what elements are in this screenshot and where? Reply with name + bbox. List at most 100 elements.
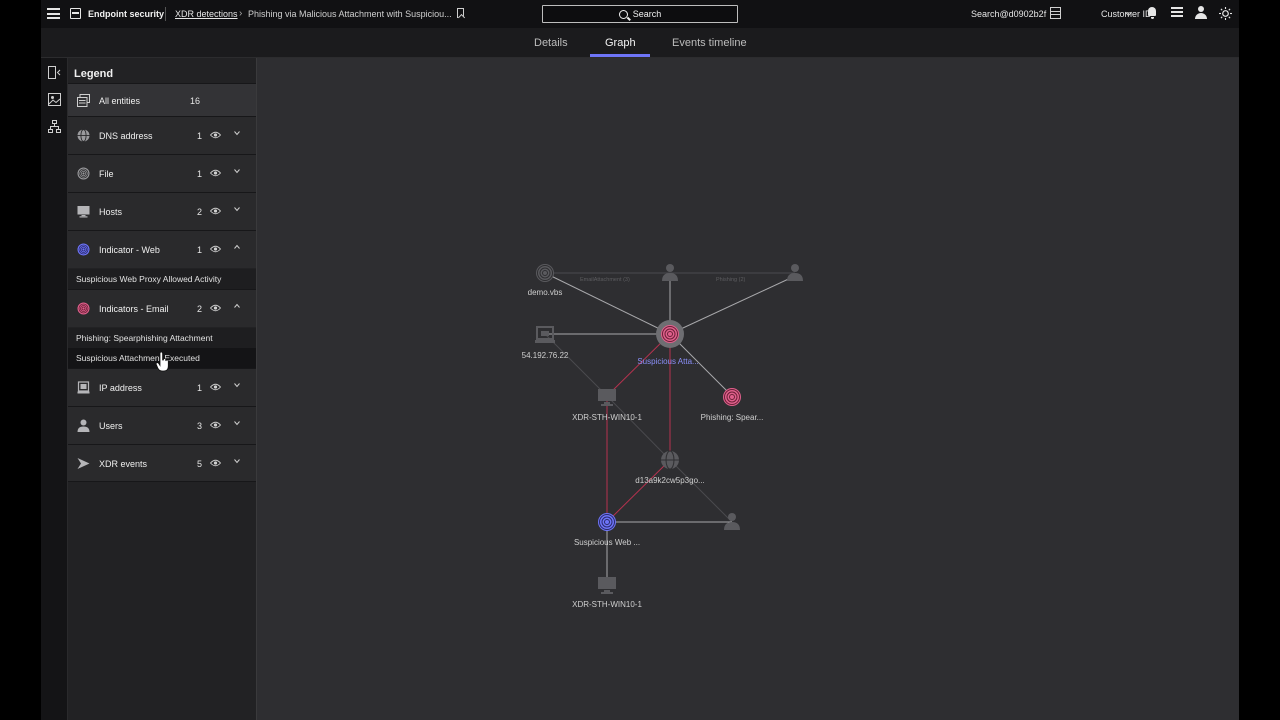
graph-node-ip[interactable]: 54.192.76.22 [522, 326, 569, 360]
active-tab-indicator [590, 54, 650, 57]
edge-label: Phishing (2) [716, 277, 746, 283]
legend-row-label: Users [99, 421, 123, 431]
eye-icon[interactable] [210, 245, 221, 253]
node-label: demo.vbs [528, 288, 563, 297]
entity-graph[interactable]: EmailAttachment (3) Phishing (2) demo.vb… [257, 58, 1239, 720]
legend-row-count: 1 [196, 383, 202, 393]
chevron-down-icon[interactable] [234, 168, 240, 174]
legend-row-file[interactable]: File 1 [68, 154, 256, 192]
app-name[interactable]: Endpoint security [88, 9, 164, 19]
legend-sub-item[interactable]: Phishing: Spearphishing Attachment [68, 328, 256, 348]
tasks-icon[interactable] [1171, 7, 1183, 18]
endpoint-security-icon [70, 8, 81, 19]
node-label: Phishing: Spear... [701, 413, 764, 422]
tab-graph[interactable]: Graph [605, 37, 636, 49]
graph-canvas[interactable]: EmailAttachment (3) Phishing (2) demo.vb… [257, 58, 1239, 720]
ip-icon [77, 381, 90, 394]
legend-row-indicator-web[interactable]: Indicator - Web 1 [68, 230, 256, 268]
search-button[interactable]: Search [542, 5, 738, 23]
legend-panel: Legend All entities 16 DNS address 1 Fil… [68, 58, 257, 720]
legend-row-count: 1 [196, 131, 202, 141]
graph-node-web-indicator[interactable]: Suspicious Web ... [574, 513, 640, 547]
eye-icon[interactable] [210, 169, 221, 177]
legend-row-label: IP address [99, 383, 142, 393]
image-panel-icon[interactable] [48, 93, 61, 106]
breadcrumb-chevron-icon: › [239, 8, 243, 19]
monitor-icon [77, 206, 90, 218]
chevron-down-icon[interactable] [234, 458, 240, 464]
legend-row-count: 1 [196, 245, 202, 255]
tab-details[interactable]: Details [534, 37, 568, 49]
top-bar: Endpoint security XDR detections › Phish… [41, 0, 1239, 28]
node-label: XDR-STH-WIN10-1 [572, 413, 642, 422]
node-label: XDR-STH-WIN10-1 [572, 600, 642, 609]
legend-row-count: 2 [196, 207, 202, 217]
graph-edge [606, 459, 671, 523]
app-window: Endpoint security XDR detections › Phish… [41, 0, 1239, 720]
eye-icon[interactable] [210, 131, 221, 139]
graph-node-email-indicator-selected[interactable]: Suspicious Atta... [637, 320, 699, 366]
bookmark-icon[interactable] [457, 8, 464, 18]
eye-icon[interactable] [210, 421, 221, 429]
breadcrumb-current: Phishing via Malicious Attachment with S… [248, 9, 452, 19]
legend-row-count: 5 [196, 459, 202, 469]
chevron-up-icon[interactable] [234, 303, 240, 309]
xdr-event-icon [77, 458, 90, 469]
chevron-down-icon[interactable] [234, 130, 240, 136]
eye-icon[interactable] [210, 304, 221, 312]
node-label: d13a9k2cw5p3go... [635, 476, 704, 485]
chevron-down-icon[interactable] [234, 382, 240, 388]
legend-row-xdr-events[interactable]: XDR events 5 [68, 444, 256, 482]
eye-icon[interactable] [210, 459, 221, 467]
legend-row-count: 3 [196, 421, 202, 431]
graph-node-file[interactable]: demo.vbs [528, 264, 563, 297]
legend-title: Legend [74, 68, 114, 80]
hamburger-menu-icon[interactable] [47, 8, 60, 19]
graph-node-email-indicator[interactable]: Phishing: Spear... [701, 388, 764, 422]
legend-row-label: Hosts [99, 207, 123, 217]
graph-node-host[interactable]: XDR-STH-WIN10-1 [572, 577, 642, 609]
hand-cursor-icon [156, 352, 169, 372]
left-rail [41, 58, 68, 720]
graph-node-host[interactable]: XDR-STH-WIN10-1 [572, 389, 642, 422]
tab-events-timeline[interactable]: Events timeline [672, 37, 747, 49]
eye-icon[interactable] [210, 207, 221, 215]
view-tabs: Details Graph Events timeline [41, 28, 1239, 58]
globe-icon [77, 129, 90, 142]
legend-row-ip-address[interactable]: IP address 1 [68, 368, 256, 406]
node-label: Suspicious Atta... [637, 357, 698, 366]
graph-node-dns[interactable]: d13a9k2cw5p3go... [635, 450, 705, 485]
legend-row-label: All entities [99, 96, 141, 106]
legend-sub-item[interactable]: Suspicious Web Proxy Allowed Activity [68, 269, 256, 289]
node-label: Suspicious Web ... [574, 538, 640, 547]
legend-row-label: Indicators - Email [99, 304, 169, 314]
breadcrumb-xdr-detections[interactable]: XDR detections [175, 9, 238, 19]
user-search-link[interactable]: Search@d0902b2f [971, 9, 1046, 19]
node-label: 54.192.76.22 [522, 351, 569, 360]
edge-label: EmailAttachment (3) [580, 277, 630, 283]
email-indicator-icon [77, 302, 90, 315]
legend-row-users[interactable]: Users 3 [68, 406, 256, 444]
legend-row-hosts[interactable]: Hosts 2 [68, 192, 256, 230]
theme-sun-icon[interactable] [1219, 7, 1232, 20]
legend-row-dns-address[interactable]: DNS address 1 [68, 116, 256, 154]
collapse-panel-icon[interactable] [48, 66, 61, 79]
entities-stack-icon [77, 94, 90, 107]
notifications-bell-icon[interactable] [1147, 7, 1157, 19]
legend-row-label: XDR events [99, 459, 148, 469]
legend-row-count: 2 [196, 304, 202, 314]
legend-all-entities[interactable]: All entities 16 [68, 83, 256, 117]
user-icon [77, 419, 90, 432]
legend-row-indicators-email[interactable]: Indicators - Email 2 [68, 289, 256, 327]
list-icon[interactable] [1050, 7, 1061, 19]
graph-edge [669, 275, 796, 335]
hierarchy-icon[interactable] [48, 120, 61, 133]
chevron-down-icon[interactable] [234, 420, 240, 426]
legend-row-count: 1 [196, 169, 202, 179]
chevron-down-icon[interactable] [234, 206, 240, 212]
eye-icon[interactable] [210, 383, 221, 391]
profile-icon[interactable] [1194, 6, 1208, 20]
legend-row-label: DNS address [99, 131, 153, 141]
chevron-up-icon[interactable] [234, 244, 240, 250]
fingerprint-icon [77, 167, 90, 180]
